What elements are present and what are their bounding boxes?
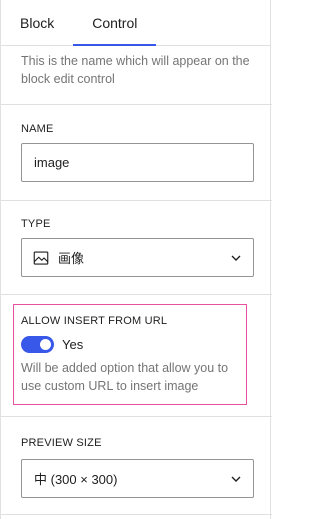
tab-control[interactable]: Control: [73, 0, 157, 46]
name-input[interactable]: image: [21, 143, 254, 182]
chevron-down-icon: [231, 255, 241, 261]
allow-url-toggle-label[interactable]: Yes: [62, 336, 83, 353]
allow-url-help-text: Will be added option that allow you to u…: [21, 361, 229, 393]
panel-tabs: Block Control: [1, 0, 270, 46]
divider: [1, 514, 272, 515]
settings-panel: Block Control This is the name which wil…: [0, 0, 272, 519]
divider: [1, 104, 272, 105]
tab-block[interactable]: Block: [1, 0, 73, 45]
chevron-down-icon: [231, 476, 241, 482]
intro-help-text: This is the name which will appear on th…: [21, 54, 250, 86]
divider: [1, 416, 272, 417]
divider: [1, 294, 272, 295]
toggle-knob: [40, 339, 51, 350]
allow-url-label: ALLOW INSERT FROM URL: [21, 315, 168, 327]
divider: [1, 200, 272, 201]
name-label: NAME: [21, 123, 54, 135]
preview-size-value: 中 (300 × 300): [34, 472, 118, 487]
image-icon: [33, 250, 49, 265]
type-label: TYPE: [21, 218, 51, 230]
type-select[interactable]: 画像: [21, 238, 254, 277]
preview-size-label: PREVIEW SIZE: [21, 437, 102, 449]
type-select-value: 画像: [58, 251, 85, 266]
allow-url-toggle[interactable]: [21, 336, 54, 353]
preview-size-select[interactable]: 中 (300 × 300): [21, 459, 254, 498]
